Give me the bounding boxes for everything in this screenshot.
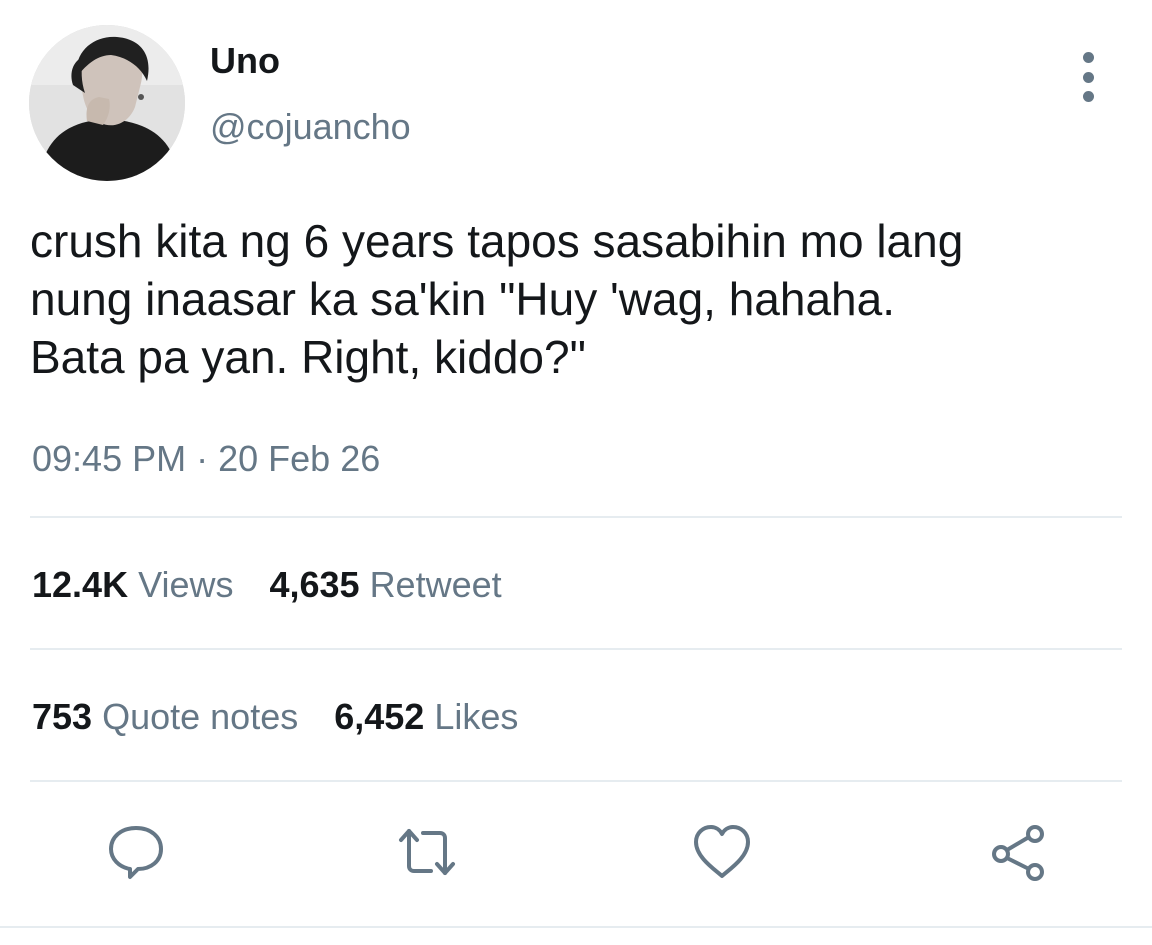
tweet-text: crush kita ng 6 years tapos sasabihin mo… — [30, 215, 964, 383]
timestamp-separator: · — [196, 438, 209, 479]
more-options-icon[interactable] — [1070, 52, 1106, 102]
quote-count: 753 — [32, 696, 93, 737]
action-bar — [0, 822, 1152, 882]
divider — [30, 516, 1122, 518]
divider — [30, 780, 1122, 782]
timestamp[interactable]: 09:45 PM · 20 Feb 26 — [32, 438, 380, 480]
avatar[interactable] — [29, 25, 185, 181]
retweet-label: Retweet — [369, 564, 502, 605]
retweet-count: 4,635 — [269, 564, 360, 605]
user-handle[interactable]: @cojuancho — [210, 106, 411, 148]
quote-label: Quote notes — [102, 696, 299, 737]
display-name[interactable]: Uno — [210, 40, 280, 82]
tweet-time: 09:45 PM — [32, 438, 187, 479]
divider — [30, 648, 1122, 650]
tweet-date: 20 Feb 26 — [218, 438, 381, 479]
retweet-icon[interactable] — [397, 822, 457, 882]
views-stat[interactable]: 12.4K Views — [32, 564, 233, 606]
avatar-image — [29, 25, 185, 181]
reply-icon[interactable] — [106, 822, 166, 882]
likes-stat[interactable]: 6,452 Likes — [334, 696, 518, 738]
stats-row-quotes-likes: 753 Quote notes 6,452 Likes — [32, 696, 554, 738]
likes-label: Likes — [434, 696, 519, 737]
quote-stat[interactable]: 753 Quote notes — [32, 696, 298, 738]
bottom-border — [0, 926, 1152, 928]
share-icon[interactable] — [988, 822, 1048, 882]
views-count: 12.4K — [32, 564, 129, 605]
likes-count: 6,452 — [334, 696, 425, 737]
retweet-stat[interactable]: 4,635 Retweet — [269, 564, 501, 606]
like-icon[interactable] — [692, 822, 752, 882]
views-label: Views — [138, 564, 234, 605]
stats-row-views-retweets: 12.4K Views 4,635 Retweet — [32, 564, 538, 606]
